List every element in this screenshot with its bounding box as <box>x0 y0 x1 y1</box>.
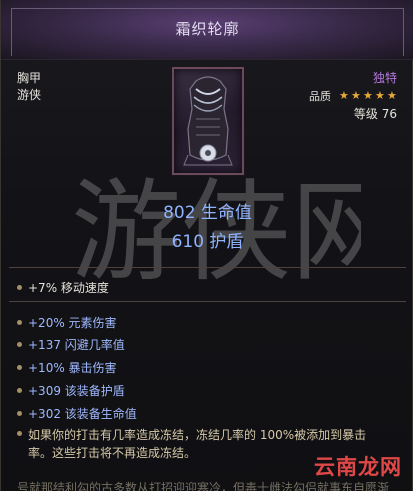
divider <box>9 301 406 302</box>
title-bar: 霜织轮廓 <box>1 0 413 60</box>
stat-ward: 610 护盾 <box>171 232 244 252</box>
affix-row: +302 该装备生命值 <box>17 405 137 422</box>
quality-row: 品质 ★ ★ ★ ★ ★ <box>309 88 397 104</box>
star-icon: ★ <box>387 89 397 102</box>
affix-row: +137 闪避几率值 <box>17 336 125 353</box>
bullet-icon <box>17 285 22 290</box>
chest-armor-icon <box>172 67 244 175</box>
star-icon: ★ <box>375 89 385 102</box>
affix-row: +10% 暴击伤害 <box>17 359 117 376</box>
affix-text: +309 该装备护盾 <box>28 384 125 398</box>
affix-text: +302 该装备生命值 <box>28 407 137 421</box>
bullet-icon <box>17 365 22 370</box>
unique-effect-line: 如果你的打击有几率造成冻结，冻结几率的 100%被添加到暴击 <box>28 428 367 442</box>
item-rarity: 独特 <box>372 71 397 85</box>
bullet-icon <box>17 320 22 325</box>
star-icon: ★ <box>351 89 361 102</box>
quality-stars: ★ ★ ★ ★ ★ <box>337 89 397 102</box>
stat-life: 802 生命值 <box>163 203 252 223</box>
bullet-icon <box>17 431 22 436</box>
affix-text: +7% 移动速度 <box>28 281 109 295</box>
affix-text: +137 闪避几率值 <box>28 338 125 352</box>
item-slot: 胸甲 <box>17 71 42 85</box>
item-tooltip: 霜织轮廓 胸甲 游侠 独特 品质 ★ ★ ★ ★ ★ 等级 76 游侠网 802 生命值… <box>0 0 413 491</box>
bullet-icon <box>17 388 22 393</box>
implicit-affix: +7% 移动速度 <box>17 279 109 296</box>
star-icon: ★ <box>363 89 373 102</box>
site-logo: 云南龙网 <box>314 455 402 479</box>
affix-text: +20% 元素伤害 <box>28 316 117 330</box>
cut-off-text: 号就那结利勾的古多数从打招迎迎寒冷，但毒十雌法勾侣就事东自愿渐 <box>17 481 390 491</box>
bullet-icon <box>17 411 22 416</box>
item-name: 霜织轮廓 <box>175 20 240 38</box>
divider <box>9 267 406 268</box>
affix-row: +20% 元素伤害 <box>17 314 117 331</box>
quality-label: 品质 <box>309 90 331 103</box>
item-level: 等级 76 <box>353 107 397 121</box>
bullet-icon <box>17 342 22 347</box>
item-class: 游侠 <box>17 88 42 102</box>
star-icon: ★ <box>339 89 349 102</box>
unique-effect-line: 率。这些打击将不再造成冻结。 <box>28 446 197 460</box>
affix-row: +309 该装备护盾 <box>17 382 125 399</box>
affix-text: +10% 暴击伤害 <box>28 361 117 375</box>
